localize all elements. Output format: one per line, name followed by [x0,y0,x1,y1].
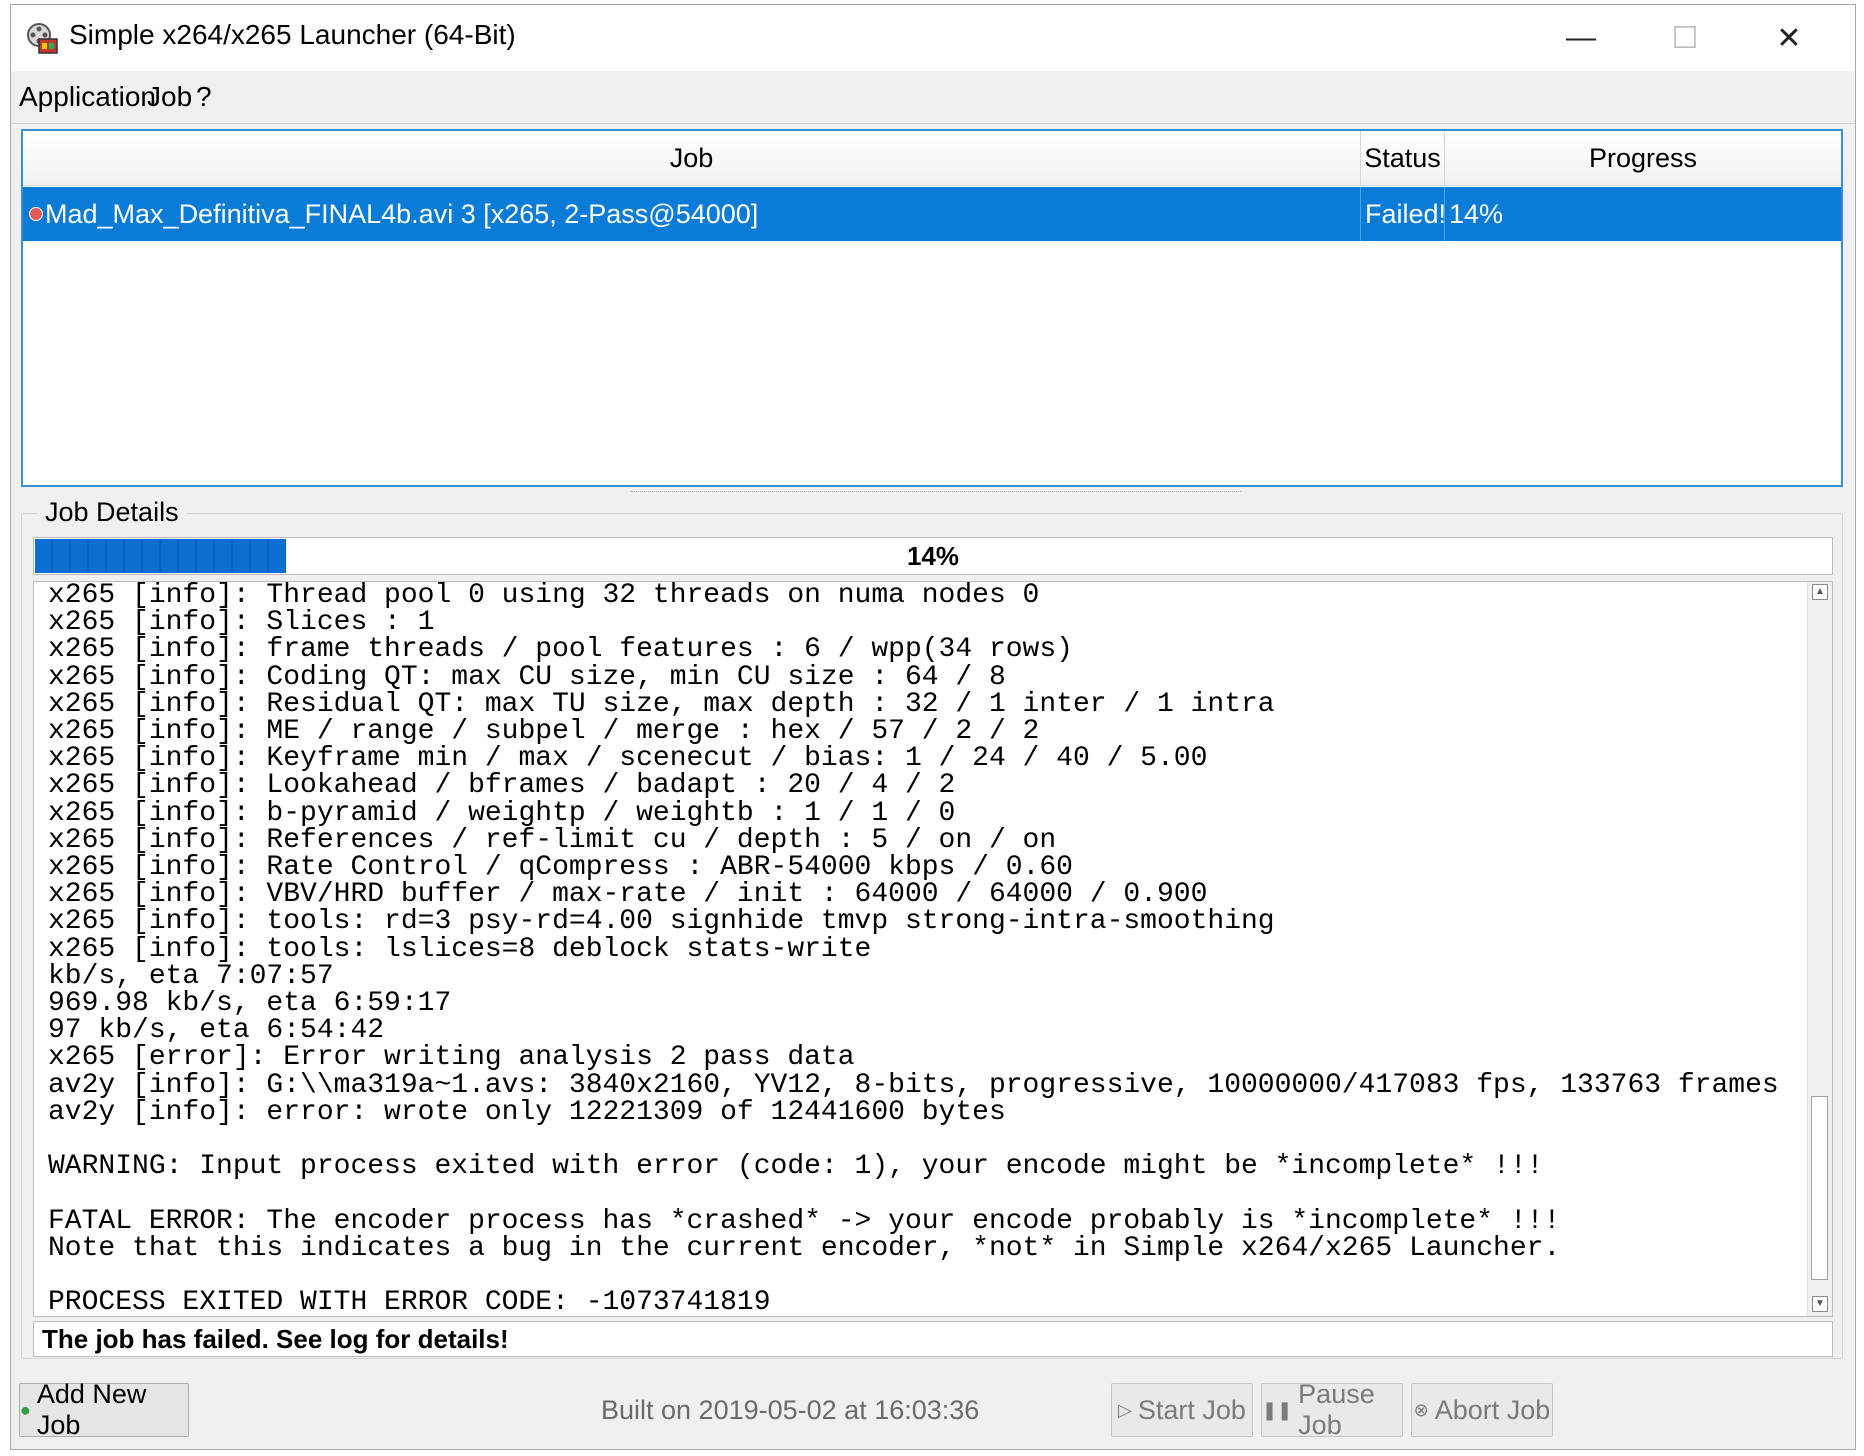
log-line: x265 [info]: tools: rd=3 psy-rd=4.00 sig… [48,906,1275,938]
log-line: PROCESS EXITED WITH ERROR CODE: -1073741… [48,1287,771,1317]
menu-help[interactable]: ? [196,81,212,113]
app-film-icon [27,23,58,54]
build-info: Built on 2019-05-02 at 16:03:36 [601,1395,980,1425]
error-dot-icon [29,207,43,221]
scroll-thumb[interactable] [1811,1096,1828,1280]
log-view[interactable]: x265 [info]: Thread pool 0 using 32 thre… [33,581,1833,1317]
pause-job-label: Pause Job [1298,1379,1375,1440]
log-line: x265 [info]: Rate Control / qCompress : … [48,852,1073,884]
start-job-button[interactable]: ▷ Start Job [1111,1383,1253,1437]
job-details-label: Job Details [37,497,187,528]
menu-application[interactable]: Application [19,81,156,113]
close-button[interactable]: ✕ [1737,5,1841,71]
table-row[interactable]: Mad_Max_Definitiva_FINAL4b.avi 3 [x265, … [23,187,1841,241]
abort-job-label: Abort Job [1434,1394,1551,1425]
menu-bar: Application Job ? [11,71,1855,124]
log-scrollbar[interactable]: ▲ ▼ [1807,582,1832,1316]
log-line: Note that this indicates a bug in the cu… [48,1232,1561,1264]
maximize-icon: ☐ [1671,21,1699,55]
minimize-button[interactable]: — [1529,5,1633,71]
log-line: x265 [info]: VBV/HRD buffer / max-rate /… [48,879,1208,911]
add-new-job-label: Add New Job [36,1379,147,1440]
log-line: FATAL ERROR: The encoder process has *cr… [48,1205,1561,1237]
log-line: av2y [info]: G:\\ma319a~1.avs: 3840x2160… [48,1069,1779,1101]
log-line: x265 [info]: Keyframe min / max / scenec… [48,743,1208,775]
column-header-job[interactable]: Job [23,131,1361,185]
log-line: kb/s, eta 7:07:57 [48,960,334,992]
log-line: x265 [info]: Residual QT: max TU size, m… [48,688,1275,720]
pause-icon: ❚❚ [1262,1399,1293,1420]
column-header-progress[interactable]: Progress [1445,131,1841,185]
abort-job-button[interactable]: ⊗ Abort Job [1411,1383,1553,1437]
main-window: Simple x264/x265 Launcher (64-Bit) — ☐ ✕… [10,4,1856,1450]
log-line: x265 [info]: Thread pool 0 using 32 thre… [48,581,1040,611]
minimize-icon: — [1566,21,1596,54]
log-line: x265 [info]: Slices : 1 [48,607,435,639]
pause-job-button[interactable]: ❚❚ Pause Job [1261,1379,1403,1440]
splitter-handle[interactable] [631,491,1241,496]
log-line: x265 [info]: ME / range / subpel / merge… [48,716,1040,748]
log-line: x265 [info]: Lookahead / bframes / badap… [48,770,956,802]
log-line: 97 kb/s, eta 6:54:42 [48,1015,385,1047]
play-icon: ▷ [1118,1399,1132,1420]
log-line: x265 [info]: frame threads / pool featur… [48,634,1073,666]
add-plus-icon: ● [20,1399,31,1420]
start-job-label: Start Job [1137,1394,1246,1425]
log-line: x265 [info]: References / ref-limit cu /… [48,824,1057,856]
maximize-button[interactable]: ☐ [1633,5,1737,71]
scroll-down-icon[interactable]: ▼ [1812,1296,1828,1312]
log-line: 969.98 kb/s, eta 6:59:17 [48,988,452,1020]
progress-text: 14% [906,541,960,571]
scroll-up-icon[interactable]: ▲ [1812,584,1828,600]
title-bar[interactable]: Simple x264/x265 Launcher (64-Bit) — ☐ ✕ [11,5,1855,71]
abort-x-icon: ⊗ [1413,1399,1429,1420]
add-new-job-button[interactable]: ● Add New Job [19,1379,189,1440]
status-message-box: The job has failed. See log for details! [33,1321,1833,1357]
log-line: x265 [info]: Coding QT: max CU size, min… [48,661,1006,693]
log-line: av2y [info]: error: wrote only 12221309 … [48,1096,1006,1128]
menu-job[interactable]: Job [147,81,192,113]
log-line: WARNING: Input process exited with error… [48,1151,1544,1183]
log-line: x265 [error]: Error writing analysis 2 p… [48,1042,855,1074]
job-progress-bar: 14% [33,537,1833,575]
log-line: x265 [info]: tools: lslices=8 deblock st… [48,933,872,965]
jobs-table[interactable]: Job Status Progress Mad_Max_Definitiva_F… [21,129,1843,487]
status-message: The job has failed. See log for details! [42,1324,509,1354]
job-progress-cell: 14% [1449,198,1504,229]
log-line: x265 [info]: b-pyramid / weightp / weigh… [48,797,956,829]
job-name-cell: Mad_Max_Definitiva_FINAL4b.avi 3 [x265, … [45,187,1361,241]
close-icon: ✕ [1776,21,1802,55]
job-status-cell: Failed! [1361,187,1446,241]
jobs-table-header: Job Status Progress [23,131,1841,186]
window-title: Simple x264/x265 Launcher (64-Bit) [69,19,516,50]
log-text: x265 [info]: Thread pool 0 using 32 thre… [48,582,1779,1316]
column-header-status[interactable]: Status [1361,131,1445,185]
